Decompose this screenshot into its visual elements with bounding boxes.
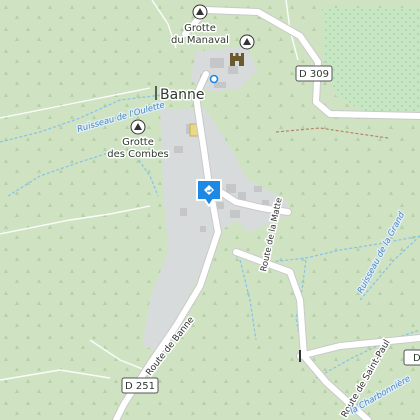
map-canvas[interactable]: D 309 D 251 D Route de Banne Route de la… [0,0,420,420]
road-shield-d: D [403,349,420,366]
d309-label: D 309 [299,69,329,80]
d251-label: D 251 [125,381,155,392]
town-label-banne: Banne [160,87,205,103]
place-label-manaval-2: du Manaval [171,35,229,46]
cave-icon[interactable] [130,119,146,135]
road-shield-d309: D 309 [295,65,333,82]
viewpoint-icon[interactable] [239,34,255,50]
place-label-manaval-1: Grotte [184,23,216,34]
cave-icon[interactable] [192,4,208,20]
castle-icon[interactable] [230,53,244,66]
road-shield-d251: D 251 [121,377,159,394]
d-edge-label: D [413,353,420,364]
map-view[interactable]: D 309 D 251 D Route de Banne Route de la… [0,0,420,420]
info-point-icon[interactable] [209,74,219,84]
place-label-combes-2: des Combes [107,149,168,160]
place-label-combes-1: Grotte [122,137,154,148]
